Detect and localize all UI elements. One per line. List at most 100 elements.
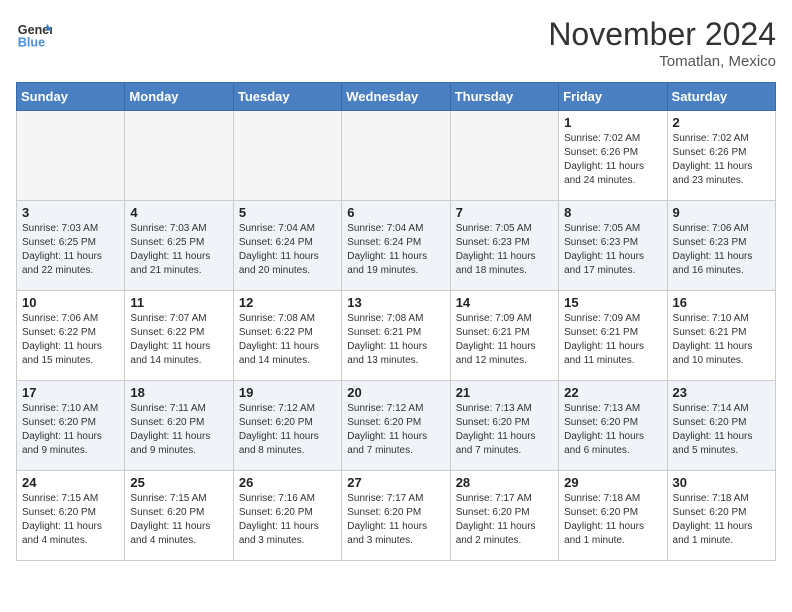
day-number: 10 (22, 295, 119, 310)
calendar-week-4: 17Sunrise: 7:10 AMSunset: 6:20 PMDayligh… (17, 381, 776, 471)
calendar-cell: 28Sunrise: 7:17 AMSunset: 6:20 PMDayligh… (450, 471, 558, 561)
day-info: Sunrise: 7:16 AMSunset: 6:20 PMDaylight:… (239, 492, 336, 548)
day-info: Sunrise: 7:13 AMSunset: 6:20 PMDaylight:… (456, 402, 553, 458)
calendar-cell: 23 Sunrise: 7:14 AMSunset: 6:20 PMDayligh… (667, 381, 775, 471)
day-number: 24 (22, 475, 119, 490)
day-info: Sunrise: 7:05 AMSunset: 6:23 PMDaylight:… (564, 222, 661, 278)
calendar-week-1: 1Sunrise: 7:02 AMSunset: 6:26 PMDaylight… (17, 111, 776, 201)
calendar-cell: 15 Sunrise: 7:09 AMSunset: 6:21 PMDayligh… (559, 291, 667, 381)
weekday-header-tuesday: Tuesday (233, 83, 341, 111)
day-number: 23 (673, 385, 770, 400)
weekday-header-row: SundayMondayTuesdayWednesdayThursdayFrid… (17, 83, 776, 111)
calendar-cell: 14Sunrise: 7:09 AMSunset: 6:21 PMDayligh… (450, 291, 558, 381)
calendar-cell: 4 Sunrise: 7:03 AMSunset: 6:25 PMDaylight… (125, 201, 233, 291)
day-number: 7 (456, 205, 553, 220)
calendar-week-2: 3 Sunrise: 7:03 AMSunset: 6:25 PMDaylight… (17, 201, 776, 291)
day-number: 26 (239, 475, 336, 490)
day-number: 21 (456, 385, 553, 400)
calendar-body: 1Sunrise: 7:02 AMSunset: 6:26 PMDaylight… (17, 111, 776, 561)
calendar-cell: 12 Sunrise: 7:08 AMSunset: 6:22 PMDayligh… (233, 291, 341, 381)
calendar-cell: 1Sunrise: 7:02 AMSunset: 6:26 PMDaylight… (559, 111, 667, 201)
calendar-cell: 17Sunrise: 7:10 AMSunset: 6:20 PMDayligh… (17, 381, 125, 471)
day-info: Sunrise: 7:14 AMSunset: 6:20 PMDaylight:… (673, 402, 770, 458)
calendar-cell (233, 111, 341, 201)
calendar-cell: 11 Sunrise: 7:07 AMSunset: 6:22 PMDayligh… (125, 291, 233, 381)
calendar-cell: 30 Sunrise: 7:18 AMSunset: 6:20 PMDayligh… (667, 471, 775, 561)
day-info: Sunrise: 7:03 AMSunset: 6:25 PMDaylight:… (130, 222, 227, 278)
day-number: 4 (130, 205, 227, 220)
day-info: Sunrise: 7:02 AMSunset: 6:26 PMDaylight:… (673, 132, 770, 188)
calendar-cell: 7Sunrise: 7:05 AMSunset: 6:23 PMDaylight… (450, 201, 558, 291)
day-info: Sunrise: 7:17 AMSunset: 6:20 PMDaylight:… (347, 492, 444, 548)
month-title: November 2024 (548, 16, 776, 53)
weekday-header-thursday: Thursday (450, 83, 558, 111)
day-number: 19 (239, 385, 336, 400)
calendar-cell: 27 Sunrise: 7:17 AMSunset: 6:20 PMDayligh… (342, 471, 450, 561)
day-number: 28 (456, 475, 553, 490)
day-number: 9 (673, 205, 770, 220)
day-number: 30 (673, 475, 770, 490)
day-info: Sunrise: 7:08 AMSunset: 6:21 PMDaylight:… (347, 312, 444, 368)
day-number: 25 (130, 475, 227, 490)
calendar-cell (342, 111, 450, 201)
day-number: 6 (347, 205, 444, 220)
day-info: Sunrise: 7:10 AMSunset: 6:20 PMDaylight:… (22, 402, 119, 458)
day-info: Sunrise: 7:06 AMSunset: 6:22 PMDaylight:… (22, 312, 119, 368)
weekday-header-saturday: Saturday (667, 83, 775, 111)
calendar-week-5: 24Sunrise: 7:15 AMSunset: 6:20 PMDayligh… (17, 471, 776, 561)
calendar-cell (125, 111, 233, 201)
calendar-cell: 22 Sunrise: 7:13 AMSunset: 6:20 PMDayligh… (559, 381, 667, 471)
day-number: 15 (564, 295, 661, 310)
day-number: 13 (347, 295, 444, 310)
calendar-cell: 29 Sunrise: 7:18 AMSunset: 6:20 PMDayligh… (559, 471, 667, 561)
day-number: 12 (239, 295, 336, 310)
calendar-cell: 9 Sunrise: 7:06 AMSunset: 6:23 PMDaylight… (667, 201, 775, 291)
day-number: 5 (239, 205, 336, 220)
day-info: Sunrise: 7:09 AMSunset: 6:21 PMDaylight:… (456, 312, 553, 368)
weekday-header-sunday: Sunday (17, 83, 125, 111)
day-number: 11 (130, 295, 227, 310)
svg-text:Blue: Blue (18, 36, 45, 50)
calendar-cell: 10 Sunrise: 7:06 AMSunset: 6:22 PMDayligh… (17, 291, 125, 381)
weekday-header-wednesday: Wednesday (342, 83, 450, 111)
day-number: 18 (130, 385, 227, 400)
day-info: Sunrise: 7:04 AMSunset: 6:24 PMDaylight:… (239, 222, 336, 278)
day-number: 27 (347, 475, 444, 490)
calendar-cell: 21 Sunrise: 7:13 AMSunset: 6:20 PMDayligh… (450, 381, 558, 471)
day-info: Sunrise: 7:11 AMSunset: 6:20 PMDaylight:… (130, 402, 227, 458)
calendar-cell: 13 Sunrise: 7:08 AMSunset: 6:21 PMDayligh… (342, 291, 450, 381)
day-info: Sunrise: 7:12 AMSunset: 6:20 PMDaylight:… (347, 402, 444, 458)
day-info: Sunrise: 7:02 AMSunset: 6:26 PMDaylight:… (564, 132, 661, 188)
day-info: Sunrise: 7:03 AMSunset: 6:25 PMDaylight:… (22, 222, 119, 278)
day-info: Sunrise: 7:18 AMSunset: 6:20 PMDaylight:… (673, 492, 770, 548)
calendar-cell: 6Sunrise: 7:04 AMSunset: 6:24 PMDaylight… (342, 201, 450, 291)
day-info: Sunrise: 7:08 AMSunset: 6:22 PMDaylight:… (239, 312, 336, 368)
day-info: Sunrise: 7:13 AMSunset: 6:20 PMDaylight:… (564, 402, 661, 458)
calendar-cell: 26 Sunrise: 7:16 AMSunset: 6:20 PMDayligh… (233, 471, 341, 561)
title-block: November 2024 Tomatlan, Mexico (548, 16, 776, 70)
calendar-cell (450, 111, 558, 201)
day-number: 29 (564, 475, 661, 490)
weekday-header-monday: Monday (125, 83, 233, 111)
day-info: Sunrise: 7:10 AMSunset: 6:21 PMDaylight:… (673, 312, 770, 368)
logo-icon: General Blue (16, 16, 52, 52)
day-number: 16 (673, 295, 770, 310)
day-info: Sunrise: 7:18 AMSunset: 6:20 PMDaylight:… (564, 492, 661, 548)
calendar-cell: 18 Sunrise: 7:11 AMSunset: 6:20 PMDayligh… (125, 381, 233, 471)
calendar-cell: 19Sunrise: 7:12 AMSunset: 6:20 PMDayligh… (233, 381, 341, 471)
day-number: 3 (22, 205, 119, 220)
calendar-cell: 8Sunrise: 7:05 AMSunset: 6:23 PMDaylight… (559, 201, 667, 291)
day-number: 2 (673, 115, 770, 130)
calendar-cell: 5 Sunrise: 7:04 AMSunset: 6:24 PMDaylight… (233, 201, 341, 291)
day-number: 22 (564, 385, 661, 400)
location: Tomatlan, Mexico (548, 53, 776, 70)
day-info: Sunrise: 7:07 AMSunset: 6:22 PMDaylight:… (130, 312, 227, 368)
logo: General Blue (16, 16, 52, 52)
calendar-week-3: 10 Sunrise: 7:06 AMSunset: 6:22 PMDayligh… (17, 291, 776, 381)
calendar-cell: 24Sunrise: 7:15 AMSunset: 6:20 PMDayligh… (17, 471, 125, 561)
day-info: Sunrise: 7:09 AMSunset: 6:21 PMDaylight:… (564, 312, 661, 368)
day-info: Sunrise: 7:06 AMSunset: 6:23 PMDaylight:… (673, 222, 770, 278)
calendar-cell: 25Sunrise: 7:15 AMSunset: 6:20 PMDayligh… (125, 471, 233, 561)
day-number: 20 (347, 385, 444, 400)
calendar-cell: 2 Sunrise: 7:02 AMSunset: 6:26 PMDaylight… (667, 111, 775, 201)
